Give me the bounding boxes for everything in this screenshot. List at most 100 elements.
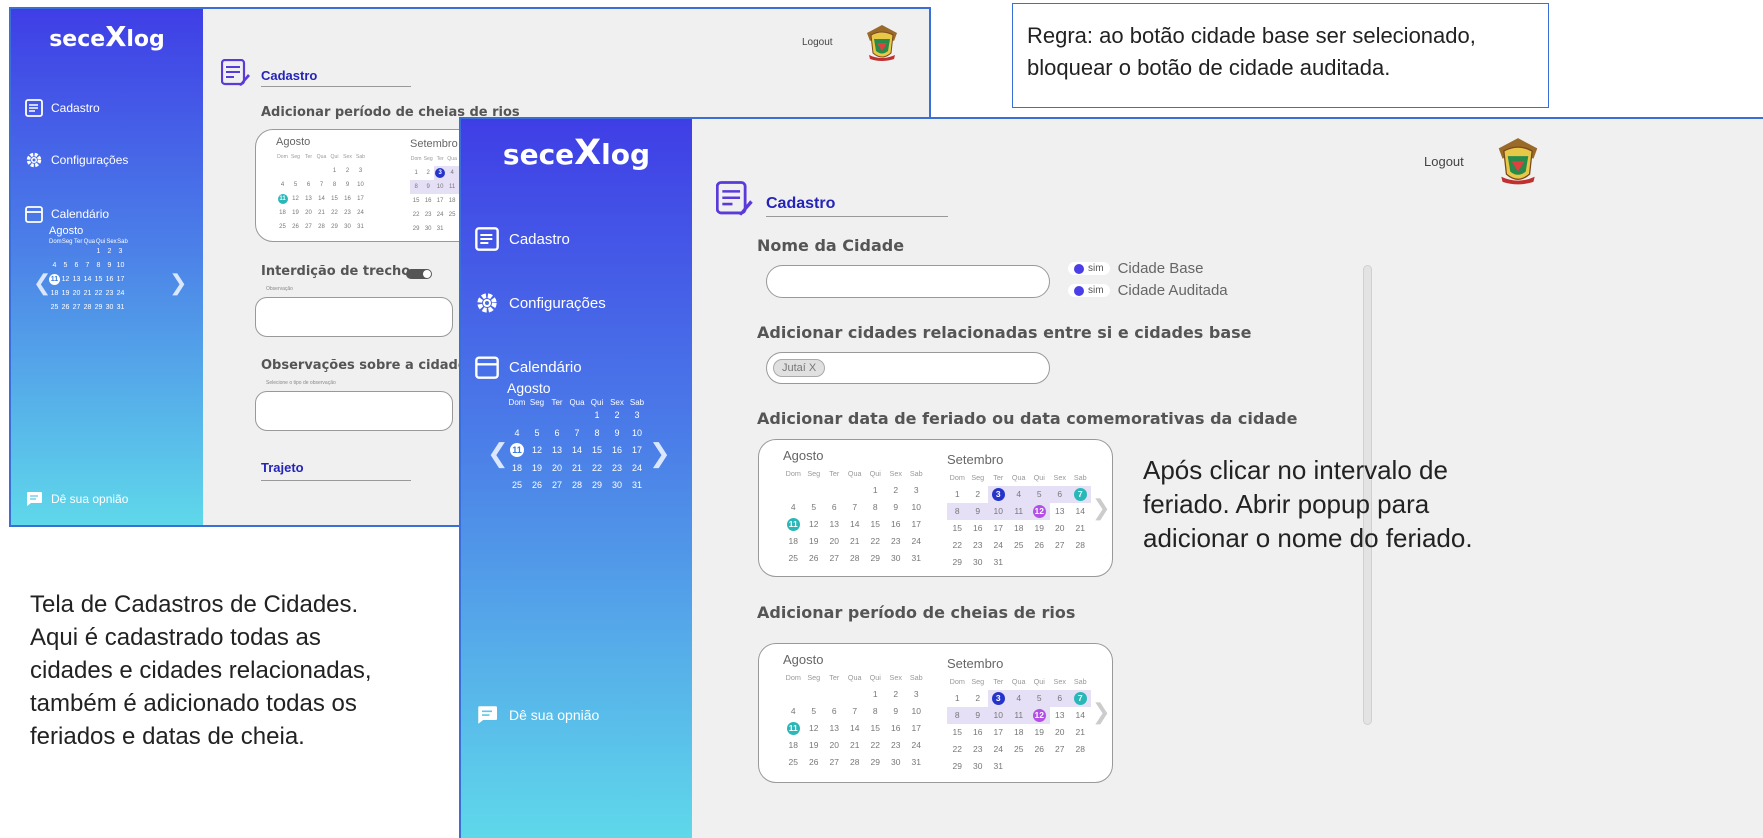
calendar-day[interactable]: 23 xyxy=(968,741,989,758)
calendar-day[interactable]: 1 xyxy=(865,686,886,703)
calendar-day[interactable]: 24 xyxy=(906,533,927,550)
calendar-day[interactable]: 18 xyxy=(783,533,804,550)
calendar-day[interactable]: 22 xyxy=(410,208,422,222)
calendar-day[interactable]: 16 xyxy=(422,194,434,208)
calendar-day[interactable]: 19 xyxy=(289,206,302,220)
calendar-day[interactable]: 21 xyxy=(1070,520,1091,537)
city-name-input[interactable] xyxy=(766,265,1050,298)
calendar-day[interactable]: 14 xyxy=(1070,707,1091,724)
calendar-day[interactable]: 2 xyxy=(341,164,354,178)
calendar-day[interactable]: 14 xyxy=(845,720,866,737)
calendar-day[interactable]: 11 xyxy=(276,192,289,206)
calendar-day[interactable]: 3 xyxy=(434,166,447,180)
calendar-day[interactable]: 16 xyxy=(886,516,907,533)
calendar-day[interactable]: 6 xyxy=(1049,690,1070,707)
calendar-day[interactable]: 24 xyxy=(906,737,927,754)
calendar-day[interactable]: 5 xyxy=(289,178,302,192)
calendar-day[interactable]: 2 xyxy=(968,486,989,503)
observacoes-input[interactable] xyxy=(255,391,453,431)
calendar-day[interactable]: 23 xyxy=(341,206,354,220)
calendar-day[interactable]: 31 xyxy=(906,550,927,567)
calendar-day[interactable]: 19 xyxy=(804,533,825,550)
calendar-day[interactable]: 15 xyxy=(328,192,341,206)
calendar-day[interactable]: 25 xyxy=(783,550,804,567)
calendar-day[interactable]: 1 xyxy=(947,690,968,707)
calendar-day[interactable]: 5 xyxy=(804,703,825,720)
calendar-day[interactable]: 10 xyxy=(354,178,367,192)
calendar-day[interactable]: 15 xyxy=(865,720,886,737)
calendar-day[interactable]: 18 xyxy=(276,206,289,220)
calendar-day[interactable]: 20 xyxy=(302,206,315,220)
calendar-day[interactable]: 17 xyxy=(354,192,367,206)
calendar-day[interactable]: 24 xyxy=(988,537,1009,554)
calendar-day[interactable]: 5 xyxy=(1029,690,1050,707)
calendar-day[interactable]: 15 xyxy=(865,516,886,533)
calendar-day[interactable]: 29 xyxy=(947,758,968,775)
calendar-day[interactable]: 5 xyxy=(804,499,825,516)
calendar-day[interactable]: 21 xyxy=(82,287,93,301)
calendar-day[interactable]: 27 xyxy=(71,301,82,315)
calendar-day[interactable]: 29 xyxy=(328,220,341,234)
calendar-day[interactable]: 28 xyxy=(845,754,866,771)
calendar-day[interactable]: 25 xyxy=(49,301,60,315)
calendar-day[interactable]: 22 xyxy=(947,741,968,758)
calendar-day[interactable]: 1 xyxy=(587,407,607,425)
calendar-day[interactable]: 3 xyxy=(988,690,1009,707)
calendar-day[interactable]: 1 xyxy=(865,482,886,499)
calendar-day[interactable]: 2 xyxy=(886,686,907,703)
calendar-day[interactable]: 9 xyxy=(422,180,435,194)
calendar-day[interactable]: 6 xyxy=(71,259,82,273)
calendar-day[interactable]: 16 xyxy=(607,442,627,460)
calendar-day[interactable]: 9 xyxy=(341,178,354,192)
calendar-day[interactable]: 8 xyxy=(93,259,104,273)
sidebar-item-configuracoes[interactable]: Configurações xyxy=(475,291,606,315)
calendar-day[interactable]: 26 xyxy=(60,301,71,315)
calendar-day[interactable]: 25 xyxy=(276,220,289,234)
calendar-day[interactable]: 30 xyxy=(968,554,989,571)
calendar-day[interactable]: 23 xyxy=(886,533,907,550)
calendar-day[interactable]: 2 xyxy=(422,166,434,180)
calendar-day[interactable]: 9 xyxy=(607,425,627,443)
calendar-day[interactable]: 31 xyxy=(354,220,367,234)
calendar-day[interactable]: 25 xyxy=(446,208,458,222)
calendar-day[interactable]: 31 xyxy=(627,477,647,495)
calendar-day[interactable]: 26 xyxy=(804,550,825,567)
calendar-day[interactable]: 6 xyxy=(1049,486,1070,503)
calendar-day[interactable]: 22 xyxy=(865,737,886,754)
calendar-day[interactable]: 11 xyxy=(1008,707,1029,724)
calendar-day[interactable]: 21 xyxy=(845,737,866,754)
sidebar-item-calendario[interactable]: Calendário xyxy=(25,205,109,223)
calendar-day[interactable]: 10 xyxy=(988,503,1009,520)
calendar-day[interactable]: 9 xyxy=(967,707,988,724)
calendar-day[interactable]: 4 xyxy=(1008,690,1029,707)
calendar-day[interactable]: 27 xyxy=(1050,741,1071,758)
calendar-day[interactable]: 28 xyxy=(1070,741,1091,758)
calendar-day[interactable]: 4 xyxy=(276,178,289,192)
calendar-day[interactable]: 29 xyxy=(865,550,886,567)
calendar-day[interactable]: 27 xyxy=(824,550,845,567)
calendar-day[interactable]: 24 xyxy=(115,287,126,301)
calendar-day[interactable]: 17 xyxy=(115,273,126,287)
calendar-day[interactable]: 10 xyxy=(906,703,927,720)
calendar-day[interactable]: 9 xyxy=(967,503,988,520)
calendar-day[interactable]: 8 xyxy=(865,703,886,720)
calendar-day[interactable]: 25 xyxy=(783,754,804,771)
calendar-day[interactable]: 3 xyxy=(988,486,1009,503)
calendar-day[interactable]: 17 xyxy=(906,516,927,533)
calendar-day[interactable]: 28 xyxy=(845,550,866,567)
calendar-day[interactable]: 8 xyxy=(947,707,968,724)
calendar-day[interactable]: 8 xyxy=(410,180,423,194)
calendar-day[interactable]: 23 xyxy=(886,737,907,754)
calendar-day[interactable]: 8 xyxy=(865,499,886,516)
calendar-day[interactable]: 25 xyxy=(1009,537,1030,554)
calendar-day[interactable]: 26 xyxy=(289,220,302,234)
calendar-day[interactable]: 21 xyxy=(1070,724,1091,741)
calendar-day[interactable]: 20 xyxy=(824,737,845,754)
calendar-day[interactable]: 6 xyxy=(824,703,845,720)
calendar-day[interactable]: 29 xyxy=(93,301,104,315)
calendar-day[interactable]: 22 xyxy=(947,537,968,554)
calendar-day[interactable]: 30 xyxy=(341,220,354,234)
calendar-day[interactable]: 13 xyxy=(547,442,567,460)
calendar-day[interactable]: 2 xyxy=(968,690,989,707)
calendar-day[interactable]: 18 xyxy=(1009,520,1030,537)
